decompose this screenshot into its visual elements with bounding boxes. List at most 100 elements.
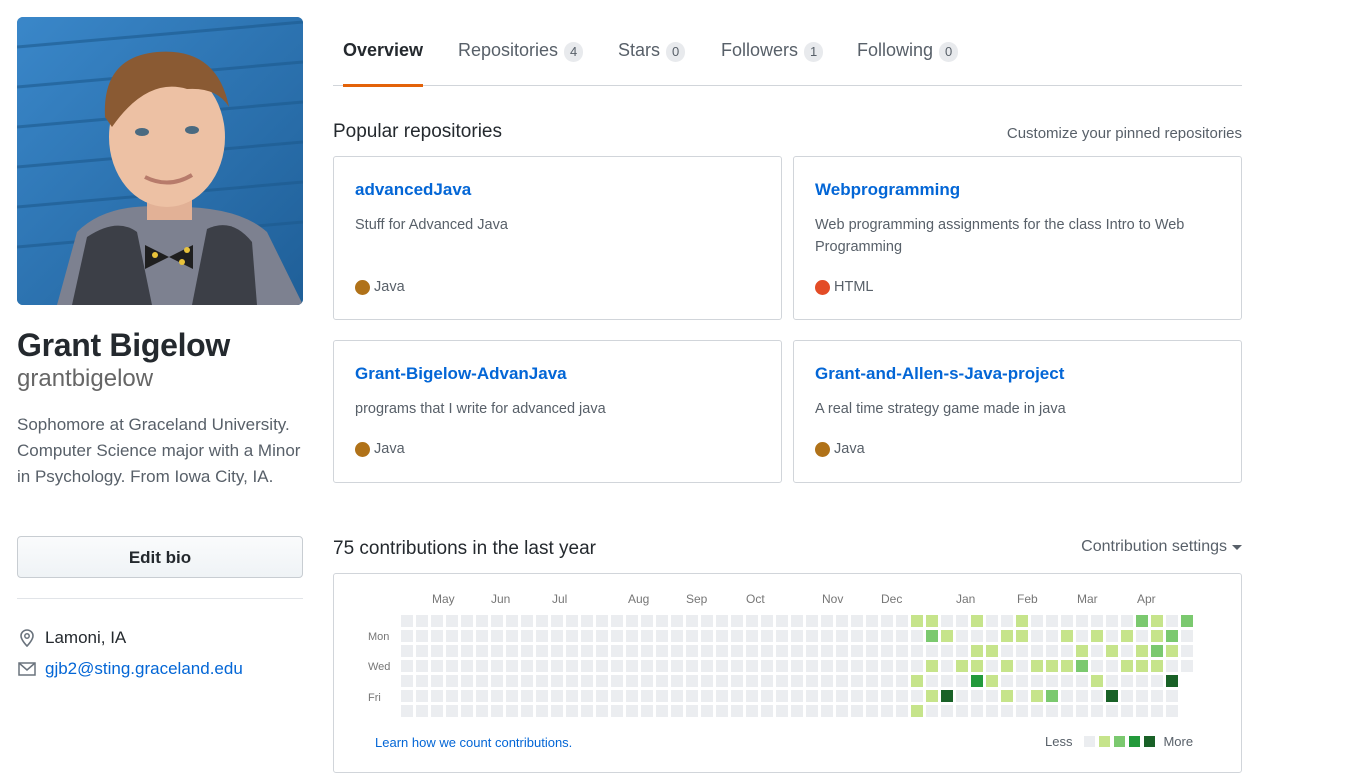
contribution-day[interactable]: [596, 615, 608, 627]
contribution-day[interactable]: [476, 690, 488, 702]
contribution-day[interactable]: [671, 630, 683, 642]
contribution-day[interactable]: [1136, 660, 1148, 672]
contribution-day[interactable]: [566, 660, 578, 672]
contribution-day[interactable]: [821, 615, 833, 627]
contribution-day[interactable]: [716, 705, 728, 717]
contribution-day[interactable]: [806, 630, 818, 642]
contribution-day[interactable]: [536, 660, 548, 672]
contribution-day[interactable]: [1001, 630, 1013, 642]
contribution-day[interactable]: [1091, 645, 1103, 657]
contribution-day[interactable]: [671, 690, 683, 702]
contribution-day[interactable]: [941, 675, 953, 687]
contribution-day[interactable]: [806, 615, 818, 627]
contribution-day[interactable]: [911, 630, 923, 642]
contribution-day[interactable]: [971, 615, 983, 627]
contribution-day[interactable]: [686, 660, 698, 672]
contribution-day[interactable]: [1076, 630, 1088, 642]
contribution-day[interactable]: [926, 705, 938, 717]
contribution-day[interactable]: [1151, 645, 1163, 657]
contribution-day[interactable]: [881, 675, 893, 687]
contribution-day[interactable]: [656, 690, 668, 702]
contribution-day[interactable]: [791, 615, 803, 627]
contribution-day[interactable]: [671, 660, 683, 672]
contribution-day[interactable]: [656, 615, 668, 627]
contribution-day[interactable]: [731, 630, 743, 642]
repo-name-link[interactable]: advancedJava: [355, 180, 471, 200]
contribution-day[interactable]: [461, 645, 473, 657]
contribution-day[interactable]: [671, 675, 683, 687]
contribution-day[interactable]: [791, 645, 803, 657]
contribution-day[interactable]: [701, 660, 713, 672]
contribution-day[interactable]: [926, 675, 938, 687]
contribution-day[interactable]: [836, 630, 848, 642]
contribution-day[interactable]: [536, 690, 548, 702]
contribution-day[interactable]: [1091, 630, 1103, 642]
contribution-day[interactable]: [1106, 690, 1118, 702]
contribution-day[interactable]: [1091, 690, 1103, 702]
contribution-day[interactable]: [626, 615, 638, 627]
contribution-day[interactable]: [671, 705, 683, 717]
contribution-day[interactable]: [491, 645, 503, 657]
contribution-day[interactable]: [836, 645, 848, 657]
contribution-day[interactable]: [671, 615, 683, 627]
contribution-day[interactable]: [461, 690, 473, 702]
contribution-day[interactable]: [611, 615, 623, 627]
contribution-day[interactable]: [1031, 675, 1043, 687]
contribution-day[interactable]: [1061, 705, 1073, 717]
contribution-day[interactable]: [791, 630, 803, 642]
contribution-day[interactable]: [1151, 615, 1163, 627]
contribution-day[interactable]: [926, 615, 938, 627]
contribution-day[interactable]: [626, 675, 638, 687]
contribution-day[interactable]: [686, 615, 698, 627]
contribution-day[interactable]: [431, 660, 443, 672]
contribution-day[interactable]: [1031, 660, 1043, 672]
contribution-day[interactable]: [566, 615, 578, 627]
contribution-day[interactable]: [701, 690, 713, 702]
contribution-day[interactable]: [431, 630, 443, 642]
contribution-day[interactable]: [491, 660, 503, 672]
contribution-day[interactable]: [851, 630, 863, 642]
contribution-day[interactable]: [1076, 675, 1088, 687]
contribution-day[interactable]: [1061, 615, 1073, 627]
contribution-day[interactable]: [776, 690, 788, 702]
contribution-day[interactable]: [956, 690, 968, 702]
contribution-day[interactable]: [656, 705, 668, 717]
contribution-day[interactable]: [746, 675, 758, 687]
contribution-day[interactable]: [401, 615, 413, 627]
contribution-day[interactable]: [716, 690, 728, 702]
contribution-day[interactable]: [476, 615, 488, 627]
contribution-day[interactable]: [1151, 675, 1163, 687]
contribution-day[interactable]: [551, 645, 563, 657]
contribution-day[interactable]: [791, 690, 803, 702]
contribution-day[interactable]: [761, 690, 773, 702]
contribution-day[interactable]: [776, 705, 788, 717]
contribution-day[interactable]: [476, 705, 488, 717]
contribution-day[interactable]: [401, 675, 413, 687]
contribution-day[interactable]: [881, 660, 893, 672]
contribution-day[interactable]: [521, 675, 533, 687]
contribution-day[interactable]: [611, 645, 623, 657]
contribution-day[interactable]: [866, 705, 878, 717]
contribution-day[interactable]: [536, 705, 548, 717]
contribution-day[interactable]: [1001, 645, 1013, 657]
contribution-day[interactable]: [1076, 645, 1088, 657]
contribution-day[interactable]: [851, 705, 863, 717]
contribution-day[interactable]: [941, 630, 953, 642]
contribution-day[interactable]: [611, 705, 623, 717]
contribution-day[interactable]: [1166, 675, 1178, 687]
contribution-day[interactable]: [1016, 645, 1028, 657]
contribution-day[interactable]: [716, 630, 728, 642]
contribution-day[interactable]: [1076, 660, 1088, 672]
contribution-day[interactable]: [1166, 705, 1178, 717]
contribution-day[interactable]: [911, 690, 923, 702]
contribution-day[interactable]: [941, 615, 953, 627]
contribution-day[interactable]: [626, 630, 638, 642]
contribution-day[interactable]: [866, 630, 878, 642]
contribution-day[interactable]: [986, 630, 998, 642]
contribution-day[interactable]: [1076, 615, 1088, 627]
contribution-day[interactable]: [1046, 660, 1058, 672]
contribution-day[interactable]: [896, 645, 908, 657]
contribution-day[interactable]: [1016, 705, 1028, 717]
contribution-day[interactable]: [1136, 690, 1148, 702]
contribution-day[interactable]: [506, 660, 518, 672]
